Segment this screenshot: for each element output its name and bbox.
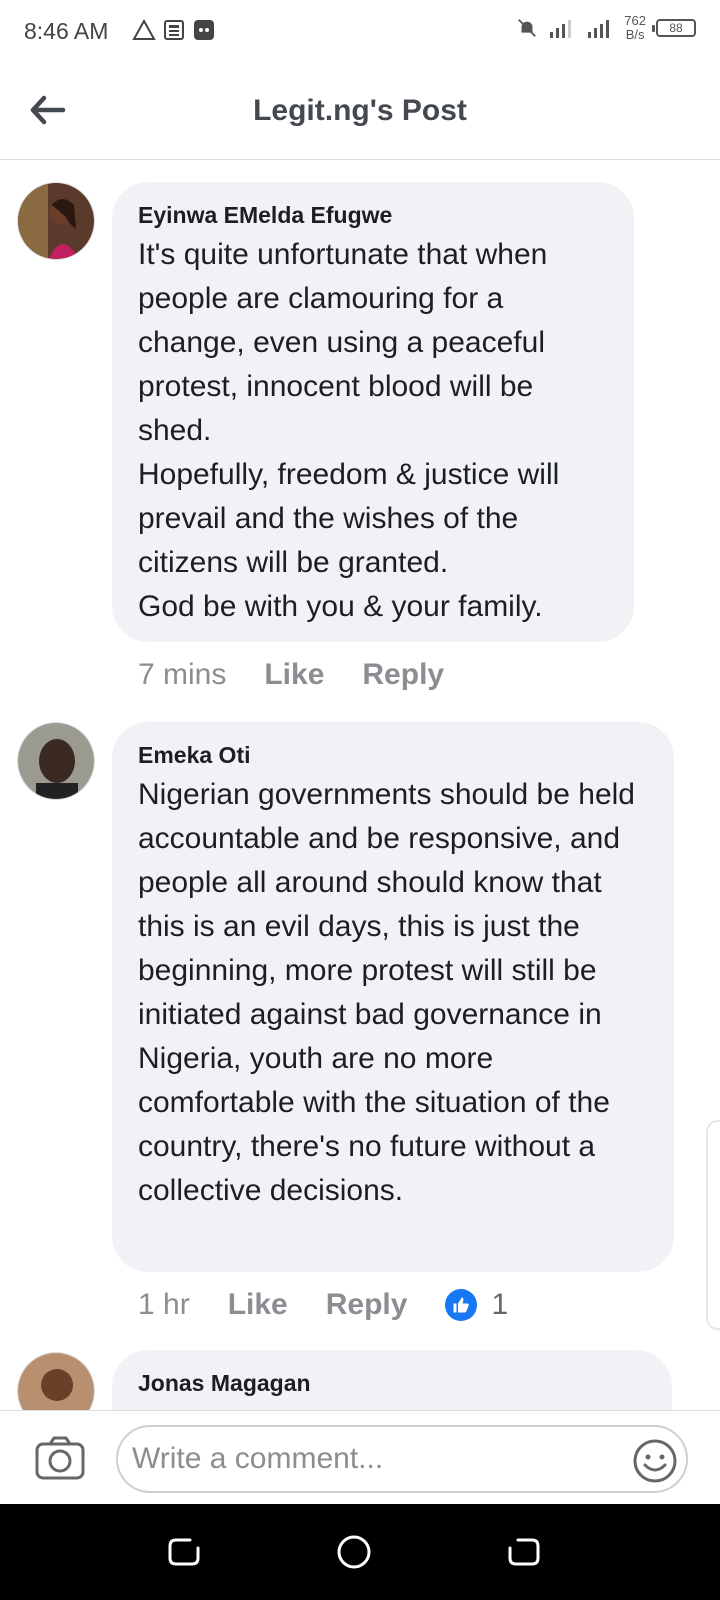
- mute-icon: [518, 19, 537, 37]
- comment-time[interactable]: 7 mins: [138, 658, 226, 692]
- back-nav-icon: [508, 1538, 540, 1566]
- comment-time[interactable]: 1 hr: [138, 1288, 190, 1322]
- like-button[interactable]: Like: [264, 658, 324, 692]
- comment-bubble[interactable]: Emeka Oti Nigerian governments should be…: [112, 722, 674, 1272]
- status-notification-icons: [132, 18, 216, 42]
- back-nav-button[interactable]: [506, 1534, 542, 1570]
- emoji-button[interactable]: [632, 1438, 678, 1484]
- warning-icon: [132, 18, 156, 40]
- camera-button[interactable]: [34, 1435, 86, 1481]
- like-button[interactable]: Like: [228, 1288, 288, 1322]
- scroll-handle[interactable]: [706, 1120, 720, 1330]
- avatar[interactable]: [17, 1352, 95, 1410]
- battery-icon: 88: [652, 19, 696, 37]
- news-icon: [164, 20, 184, 40]
- recent-apps-icon: [168, 1538, 200, 1566]
- camera-icon: [35, 1436, 85, 1480]
- comment-actions: 7 mins Like Reply: [138, 658, 444, 692]
- comment-author[interactable]: Jonas Magagan: [138, 1370, 646, 1397]
- net-speed: 762 B/s: [624, 13, 646, 42]
- reply-button[interactable]: Reply: [362, 658, 444, 692]
- avatar-image: [18, 1353, 94, 1410]
- signal-icon-2: [588, 20, 610, 38]
- signal-icon: [550, 20, 572, 38]
- comment-text: Nigerian governments should be held acco…: [138, 778, 644, 1207]
- reply-button[interactable]: Reply: [326, 1288, 408, 1322]
- status-right-icons: 762 B/s 88: [516, 14, 696, 42]
- comment-input[interactable]: [116, 1425, 688, 1493]
- comments-feed[interactable]: Eyinwa EMelda Efugwe It's quite unfortun…: [0, 160, 720, 1410]
- comment-text: It's quite unfortunate that when people …: [138, 238, 560, 623]
- avatar-image: [18, 183, 94, 259]
- status-bar: 8:46 AM 762 B/s 88: [0, 0, 720, 64]
- avatar[interactable]: [17, 722, 95, 800]
- status-time: 8:46 AM: [24, 18, 109, 44]
- page-title: Legit.ng's Post: [253, 94, 467, 127]
- avatar[interactable]: [17, 182, 95, 260]
- comment-author[interactable]: Eyinwa EMelda Efugwe: [138, 202, 608, 229]
- thumbs-up-icon: [445, 1289, 478, 1321]
- game-icon: [194, 20, 214, 40]
- avatar-image: [18, 723, 94, 799]
- comment-bubble[interactable]: Eyinwa EMelda Efugwe It's quite unfortun…: [112, 182, 634, 642]
- smiley-face-icon: [633, 1439, 677, 1483]
- home-button[interactable]: [336, 1534, 372, 1570]
- comment-composer: [0, 1410, 720, 1504]
- reaction-summary[interactable]: 1: [445, 1288, 508, 1322]
- header: Legit.ng's Post: [0, 64, 720, 160]
- home-circle-icon: [337, 1535, 371, 1569]
- system-nav-bar: [0, 1504, 720, 1600]
- comment-author[interactable]: Emeka Oti: [138, 742, 648, 769]
- comment-bubble[interactable]: Jonas Magagan: [112, 1350, 672, 1410]
- recent-apps-button[interactable]: [166, 1534, 202, 1570]
- reaction-count: 1: [491, 1288, 509, 1321]
- comment-actions: 1 hr Like Reply 1: [138, 1288, 508, 1322]
